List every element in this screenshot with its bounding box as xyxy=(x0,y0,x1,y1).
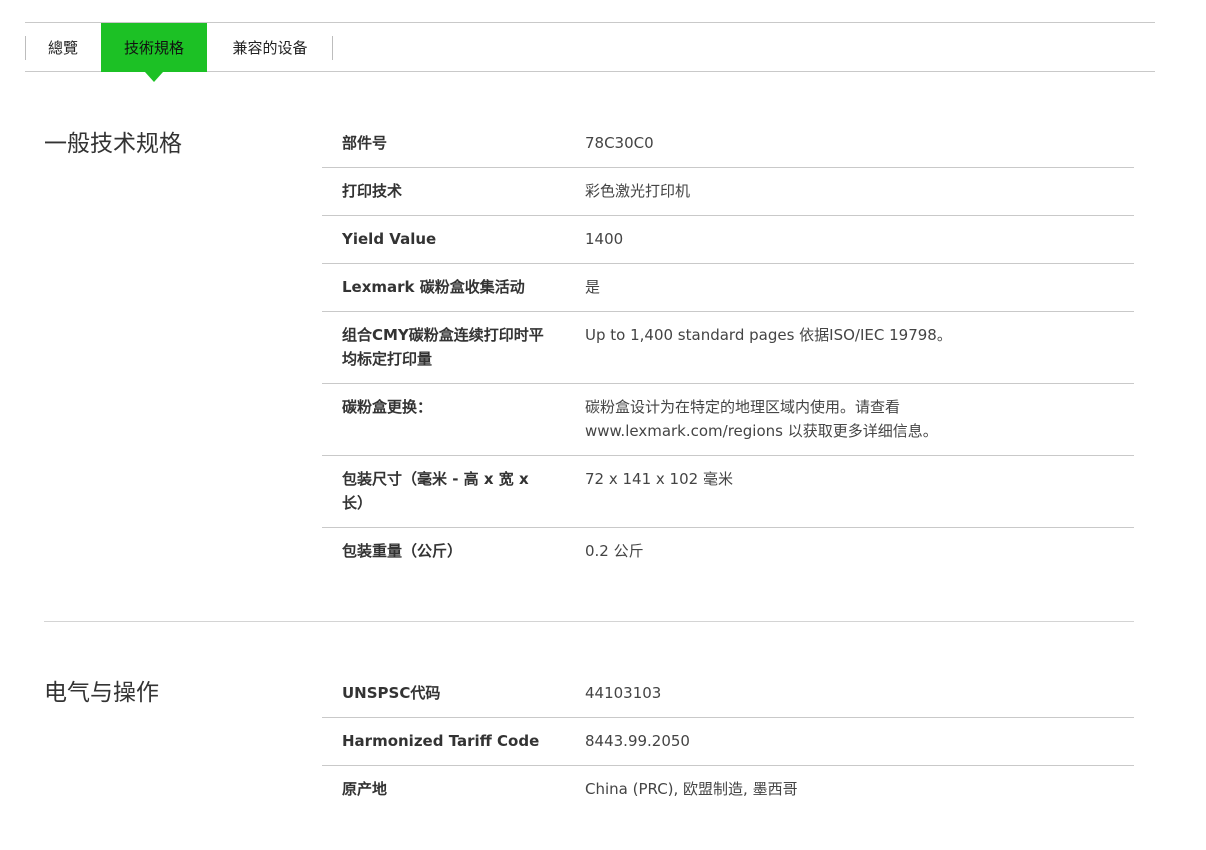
spec-label: 包装尺寸（毫米 - 高 x 宽 x 长） xyxy=(342,470,529,512)
spec-label: 组合CMY碳粉盒连续打印时平均标定打印量 xyxy=(342,326,544,368)
table-row: UNSPSC代码 44103103 xyxy=(322,670,1134,718)
spec-value: 彩色激光打印机 xyxy=(585,182,691,200)
table-row: Harmonized Tariff Code 8443.99.2050 xyxy=(322,718,1134,766)
tab-compatible-devices[interactable]: 兼容的设备 xyxy=(207,23,333,72)
active-tab-pointer xyxy=(145,72,163,82)
spec-label: 打印技术 xyxy=(342,182,403,200)
product-spec-page: 總覽 技術規格 兼容的设备 一般技术规格 部件号 78C30C0 打印技术 彩色… xyxy=(0,0,1206,850)
spec-value: 78C30C0 xyxy=(585,134,654,152)
table-row: 部件号 78C30C0 xyxy=(322,120,1134,168)
table-row: Lexmark 碳粉盒收集活动 是 xyxy=(322,264,1134,312)
spec-label: Yield Value xyxy=(342,230,437,248)
spec-label: 部件号 xyxy=(342,134,388,152)
tab-overview[interactable]: 總覽 xyxy=(25,23,101,72)
table-row: 包装重量（公斤） 0.2 公斤 xyxy=(322,528,1134,576)
spec-value: 是 xyxy=(585,278,601,296)
spec-value: 0.2 公斤 xyxy=(585,542,644,560)
spec-label: 原产地 xyxy=(342,780,388,798)
spec-value: 8443.99.2050 xyxy=(585,732,690,750)
section-title-general: 一般技术规格 xyxy=(44,131,182,157)
tab-tech-specs[interactable]: 技術規格 xyxy=(101,23,207,72)
spec-value: Up to 1,400 standard pages 依据ISO/IEC 197… xyxy=(585,326,952,344)
table-row: 打印技术 彩色激光打印机 xyxy=(322,168,1134,216)
spec-label: UNSPSC代码 xyxy=(342,684,441,702)
tab-separator xyxy=(332,36,333,60)
spec-label: 包装重量（公斤） xyxy=(342,542,463,560)
table-row: Yield Value 1400 xyxy=(322,216,1134,264)
table-row: 组合CMY碳粉盒连续打印时平均标定打印量 Up to 1,400 standar… xyxy=(322,312,1134,384)
table-row: 碳粉盒更换： 碳粉盒设计为在特定的地理区域内使用。请查看 www.lexmark… xyxy=(322,384,1134,456)
spec-value: 碳粉盒设计为在特定的地理区域内使用。请查看 www.lexmark.com/re… xyxy=(585,398,938,440)
spec-value: 72 x 141 x 102 毫米 xyxy=(585,470,733,488)
table-row: 原产地 China (PRC), 欧盟制造, 墨西哥 xyxy=(322,766,1134,814)
general-spec-table: 部件号 78C30C0 打印技术 彩色激光打印机 Yield Value 140… xyxy=(322,120,1134,576)
spec-value: 44103103 xyxy=(585,684,662,702)
spec-label: 碳粉盒更换： xyxy=(342,398,433,416)
spec-value: China (PRC), 欧盟制造, 墨西哥 xyxy=(585,780,798,798)
section-divider xyxy=(44,621,1134,622)
spec-label: Lexmark 碳粉盒收集活动 xyxy=(342,278,525,296)
spec-label: Harmonized Tariff Code xyxy=(342,732,540,750)
spec-value: 1400 xyxy=(585,230,624,248)
section-title-electrical: 电气与操作 xyxy=(44,680,159,706)
tab-bar: 總覽 技術規格 兼容的设备 xyxy=(25,22,1155,82)
table-row: 包装尺寸（毫米 - 高 x 宽 x 长） 72 x 141 x 102 毫米 xyxy=(322,456,1134,528)
electrical-spec-table: UNSPSC代码 44103103 Harmonized Tariff Code… xyxy=(322,670,1134,814)
tab-separator xyxy=(25,36,26,60)
